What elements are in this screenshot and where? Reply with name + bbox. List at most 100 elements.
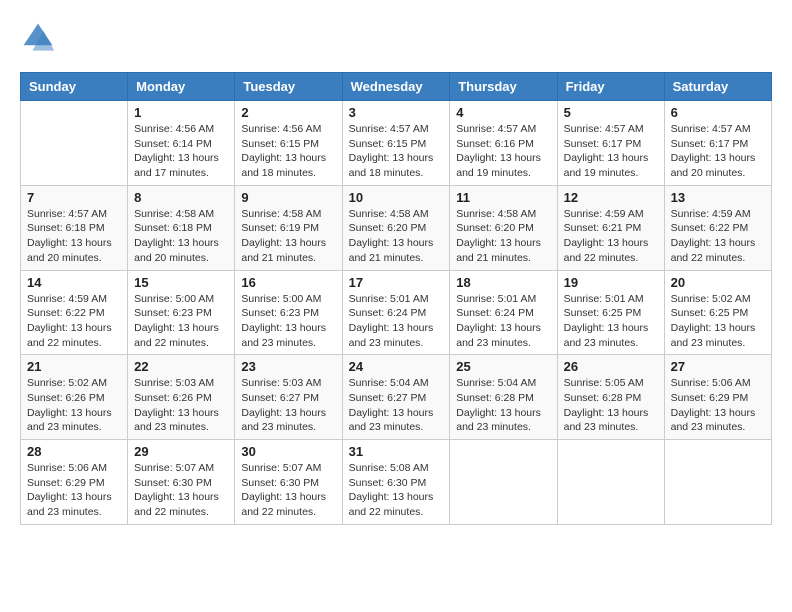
- day-info: Sunrise: 5:08 AM Sunset: 6:30 PM Dayligh…: [349, 461, 444, 520]
- calendar-cell: 23Sunrise: 5:03 AM Sunset: 6:27 PM Dayli…: [235, 355, 342, 440]
- calendar-cell: 2 Sunrise: 4:56 AM Sunset: 6:15 PM Daylig…: [235, 101, 342, 186]
- day-info: Sunrise: 4:57 AM Sunset: 6:17 PM Dayligh…: [671, 122, 765, 181]
- calendar-cell: 1 Sunrise: 4:56 AM Sunset: 6:14 PM Daylig…: [128, 101, 235, 186]
- day-number: 16: [241, 275, 335, 290]
- day-number: 14: [27, 275, 121, 290]
- calendar-cell: [664, 440, 771, 525]
- day-info: Sunrise: 5:02 AM Sunset: 6:26 PM Dayligh…: [27, 376, 121, 435]
- day-info: Sunrise: 5:04 AM Sunset: 6:27 PM Dayligh…: [349, 376, 444, 435]
- day-info: Sunrise: 4:57 AM Sunset: 6:18 PM Dayligh…: [27, 207, 121, 266]
- day-number: 27: [671, 359, 765, 374]
- day-info: Sunrise: 4:58 AM Sunset: 6:20 PM Dayligh…: [456, 207, 550, 266]
- day-number: 2: [241, 105, 335, 120]
- day-number: 12: [564, 190, 658, 205]
- day-number: 7: [27, 190, 121, 205]
- calendar-cell: [450, 440, 557, 525]
- weekday-header-friday: Friday: [557, 73, 664, 101]
- weekday-header-row: SundayMondayTuesdayWednesdayThursdayFrid…: [21, 73, 772, 101]
- calendar-cell: 11 Sunrise: 4:58 AM Sunset: 6:20 PM Dayli…: [450, 185, 557, 270]
- day-number: 31: [349, 444, 444, 459]
- day-info: Sunrise: 4:59 AM Sunset: 6:21 PM Dayligh…: [564, 207, 658, 266]
- day-number: 23: [241, 359, 335, 374]
- day-number: 22: [134, 359, 228, 374]
- calendar-cell: 10 Sunrise: 4:58 AM Sunset: 6:20 PM Dayli…: [342, 185, 450, 270]
- week-row-5: 28Sunrise: 5:06 AM Sunset: 6:29 PM Dayli…: [21, 440, 772, 525]
- calendar-cell: 20 Sunrise: 5:02 AM Sunset: 6:25 PM Dayli…: [664, 270, 771, 355]
- calendar-cell: 22 Sunrise: 5:03 AM Sunset: 6:26 PM Dayli…: [128, 355, 235, 440]
- calendar: SundayMondayTuesdayWednesdayThursdayFrid…: [20, 72, 772, 525]
- day-info: Sunrise: 5:06 AM Sunset: 6:29 PM Dayligh…: [671, 376, 765, 435]
- week-row-2: 7 Sunrise: 4:57 AM Sunset: 6:18 PM Daylig…: [21, 185, 772, 270]
- day-info: Sunrise: 5:02 AM Sunset: 6:25 PM Dayligh…: [671, 292, 765, 351]
- day-number: 11: [456, 190, 550, 205]
- day-number: 30: [241, 444, 335, 459]
- calendar-cell: 12 Sunrise: 4:59 AM Sunset: 6:21 PM Dayli…: [557, 185, 664, 270]
- day-number: 5: [564, 105, 658, 120]
- calendar-cell: 8Sunrise: 4:58 AM Sunset: 6:18 PM Daylig…: [128, 185, 235, 270]
- day-number: 9: [241, 190, 335, 205]
- day-info: Sunrise: 4:58 AM Sunset: 6:20 PM Dayligh…: [349, 207, 444, 266]
- day-number: 20: [671, 275, 765, 290]
- day-number: 24: [349, 359, 444, 374]
- day-number: 19: [564, 275, 658, 290]
- day-number: 29: [134, 444, 228, 459]
- calendar-cell: 4 Sunrise: 4:57 AM Sunset: 6:16 PM Daylig…: [450, 101, 557, 186]
- day-info: Sunrise: 4:56 AM Sunset: 6:14 PM Dayligh…: [134, 122, 228, 181]
- calendar-cell: 29 Sunrise: 5:07 AM Sunset: 6:30 PM Dayli…: [128, 440, 235, 525]
- calendar-cell: 24 Sunrise: 5:04 AM Sunset: 6:27 PM Dayli…: [342, 355, 450, 440]
- weekday-header-tuesday: Tuesday: [235, 73, 342, 101]
- day-number: 25: [456, 359, 550, 374]
- calendar-cell: 26 Sunrise: 5:05 AM Sunset: 6:28 PM Dayli…: [557, 355, 664, 440]
- week-row-3: 14 Sunrise: 4:59 AM Sunset: 6:22 PM Dayli…: [21, 270, 772, 355]
- day-info: Sunrise: 5:01 AM Sunset: 6:24 PM Dayligh…: [456, 292, 550, 351]
- logo-icon: [20, 20, 56, 56]
- weekday-header-monday: Monday: [128, 73, 235, 101]
- calendar-cell: 25Sunrise: 5:04 AM Sunset: 6:28 PM Dayli…: [450, 355, 557, 440]
- calendar-cell: 14 Sunrise: 4:59 AM Sunset: 6:22 PM Dayli…: [21, 270, 128, 355]
- calendar-cell: 13Sunrise: 4:59 AM Sunset: 6:22 PM Dayli…: [664, 185, 771, 270]
- day-info: Sunrise: 4:59 AM Sunset: 6:22 PM Dayligh…: [27, 292, 121, 351]
- day-number: 15: [134, 275, 228, 290]
- day-info: Sunrise: 5:07 AM Sunset: 6:30 PM Dayligh…: [241, 461, 335, 520]
- day-info: Sunrise: 4:56 AM Sunset: 6:15 PM Dayligh…: [241, 122, 335, 181]
- day-info: Sunrise: 4:57 AM Sunset: 6:15 PM Dayligh…: [349, 122, 444, 181]
- day-number: 8: [134, 190, 228, 205]
- calendar-cell: [21, 101, 128, 186]
- day-info: Sunrise: 4:57 AM Sunset: 6:16 PM Dayligh…: [456, 122, 550, 181]
- day-info: Sunrise: 5:00 AM Sunset: 6:23 PM Dayligh…: [134, 292, 228, 351]
- calendar-cell: 21 Sunrise: 5:02 AM Sunset: 6:26 PM Dayli…: [21, 355, 128, 440]
- day-number: 21: [27, 359, 121, 374]
- logo: [20, 20, 60, 56]
- calendar-cell: 7 Sunrise: 4:57 AM Sunset: 6:18 PM Daylig…: [21, 185, 128, 270]
- calendar-cell: 5 Sunrise: 4:57 AM Sunset: 6:17 PM Daylig…: [557, 101, 664, 186]
- calendar-cell: 17 Sunrise: 5:01 AM Sunset: 6:24 PM Dayli…: [342, 270, 450, 355]
- day-info: Sunrise: 4:59 AM Sunset: 6:22 PM Dayligh…: [671, 207, 765, 266]
- calendar-cell: 6 Sunrise: 4:57 AM Sunset: 6:17 PM Daylig…: [664, 101, 771, 186]
- calendar-cell: 30 Sunrise: 5:07 AM Sunset: 6:30 PM Dayli…: [235, 440, 342, 525]
- day-info: Sunrise: 5:05 AM Sunset: 6:28 PM Dayligh…: [564, 376, 658, 435]
- week-row-1: 1 Sunrise: 4:56 AM Sunset: 6:14 PM Daylig…: [21, 101, 772, 186]
- header: [20, 20, 772, 56]
- day-number: 6: [671, 105, 765, 120]
- calendar-cell: 15 Sunrise: 5:00 AM Sunset: 6:23 PM Dayli…: [128, 270, 235, 355]
- day-info: Sunrise: 4:58 AM Sunset: 6:19 PM Dayligh…: [241, 207, 335, 266]
- day-info: Sunrise: 5:06 AM Sunset: 6:29 PM Dayligh…: [27, 461, 121, 520]
- weekday-header-sunday: Sunday: [21, 73, 128, 101]
- calendar-cell: 9 Sunrise: 4:58 AM Sunset: 6:19 PM Daylig…: [235, 185, 342, 270]
- calendar-cell: 31 Sunrise: 5:08 AM Sunset: 6:30 PM Dayli…: [342, 440, 450, 525]
- day-number: 26: [564, 359, 658, 374]
- day-info: Sunrise: 4:57 AM Sunset: 6:17 PM Dayligh…: [564, 122, 658, 181]
- day-number: 17: [349, 275, 444, 290]
- day-info: Sunrise: 5:01 AM Sunset: 6:24 PM Dayligh…: [349, 292, 444, 351]
- day-number: 1: [134, 105, 228, 120]
- day-info: Sunrise: 5:03 AM Sunset: 6:26 PM Dayligh…: [134, 376, 228, 435]
- calendar-cell: 3Sunrise: 4:57 AM Sunset: 6:15 PM Daylig…: [342, 101, 450, 186]
- day-info: Sunrise: 5:07 AM Sunset: 6:30 PM Dayligh…: [134, 461, 228, 520]
- day-info: Sunrise: 5:01 AM Sunset: 6:25 PM Dayligh…: [564, 292, 658, 351]
- calendar-cell: 28Sunrise: 5:06 AM Sunset: 6:29 PM Dayli…: [21, 440, 128, 525]
- day-number: 10: [349, 190, 444, 205]
- calendar-cell: 27 Sunrise: 5:06 AM Sunset: 6:29 PM Dayli…: [664, 355, 771, 440]
- week-row-4: 21 Sunrise: 5:02 AM Sunset: 6:26 PM Dayli…: [21, 355, 772, 440]
- day-number: 4: [456, 105, 550, 120]
- day-info: Sunrise: 5:00 AM Sunset: 6:23 PM Dayligh…: [241, 292, 335, 351]
